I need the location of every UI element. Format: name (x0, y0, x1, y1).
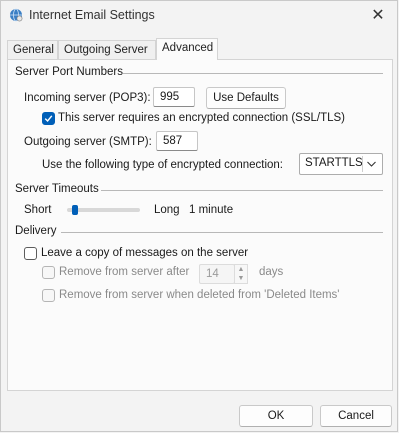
days-label: days (259, 266, 284, 278)
checkmark-icon (44, 115, 53, 123)
timeouts-heading: Server Timeouts (15, 183, 99, 195)
incoming-server-label: Incoming server (POP3): (24, 92, 151, 104)
remove-deleted-label: Remove from server when deleted from 'De… (59, 289, 340, 301)
spin-down-icon[interactable]: ▼ (235, 274, 247, 283)
incoming-port-input[interactable]: 995 (153, 87, 195, 107)
encryption-type-value: STARTTLS (305, 157, 363, 169)
timeout-slider-thumb[interactable] (72, 205, 79, 215)
leave-copy-label: Leave a copy of messages on the server (41, 247, 249, 259)
tab-outgoing-server[interactable]: Outgoing Server (58, 40, 156, 60)
ssl-checkbox[interactable] (42, 112, 55, 125)
spin-up-icon[interactable]: ▲ (235, 265, 247, 274)
server-ports-heading: Server Port Numbers (15, 66, 124, 78)
delivery-heading: Delivery (15, 225, 57, 237)
ssl-label: This server requires an encrypted connec… (58, 112, 345, 124)
tab-general[interactable]: General (7, 40, 58, 60)
divider (101, 190, 383, 191)
timeout-short-label: Short (24, 204, 52, 216)
encryption-type-label: Use the following type of encrypted conn… (42, 159, 284, 171)
remove-after-label: Remove from server after (59, 266, 190, 278)
remove-after-days-input[interactable]: 14 (199, 264, 235, 284)
divider (61, 232, 383, 233)
leave-copy-checkbox[interactable] (24, 247, 37, 260)
dialog-window: Internet Email Settings ✕ General Outgoi… (0, 0, 398, 432)
outgoing-server-label: Outgoing server (SMTP): (24, 136, 152, 148)
tab-advanced[interactable]: Advanced (156, 38, 218, 60)
timeout-long-label: Long (154, 204, 180, 216)
title-bar: Internet Email Settings ✕ (1, 1, 397, 31)
encryption-type-select[interactable]: STARTTLS (299, 153, 383, 175)
use-defaults-button[interactable]: Use Defaults (206, 87, 286, 109)
divider (123, 73, 383, 74)
ok-button[interactable]: OK (239, 405, 313, 427)
timeout-value-label: 1 minute (189, 204, 234, 216)
remove-after-checkbox[interactable] (42, 266, 55, 279)
outgoing-port-input[interactable]: 587 (156, 131, 198, 151)
advanced-panel (7, 59, 393, 391)
days-spinner[interactable]: ▲ ▼ (234, 264, 248, 284)
close-icon[interactable]: ✕ (368, 6, 388, 26)
cancel-button[interactable]: Cancel (320, 405, 392, 427)
window-title: Internet Email Settings (29, 8, 155, 22)
globe-mail-icon (10, 8, 23, 22)
remove-deleted-checkbox[interactable] (42, 289, 55, 302)
chevron-down-icon (362, 156, 380, 172)
